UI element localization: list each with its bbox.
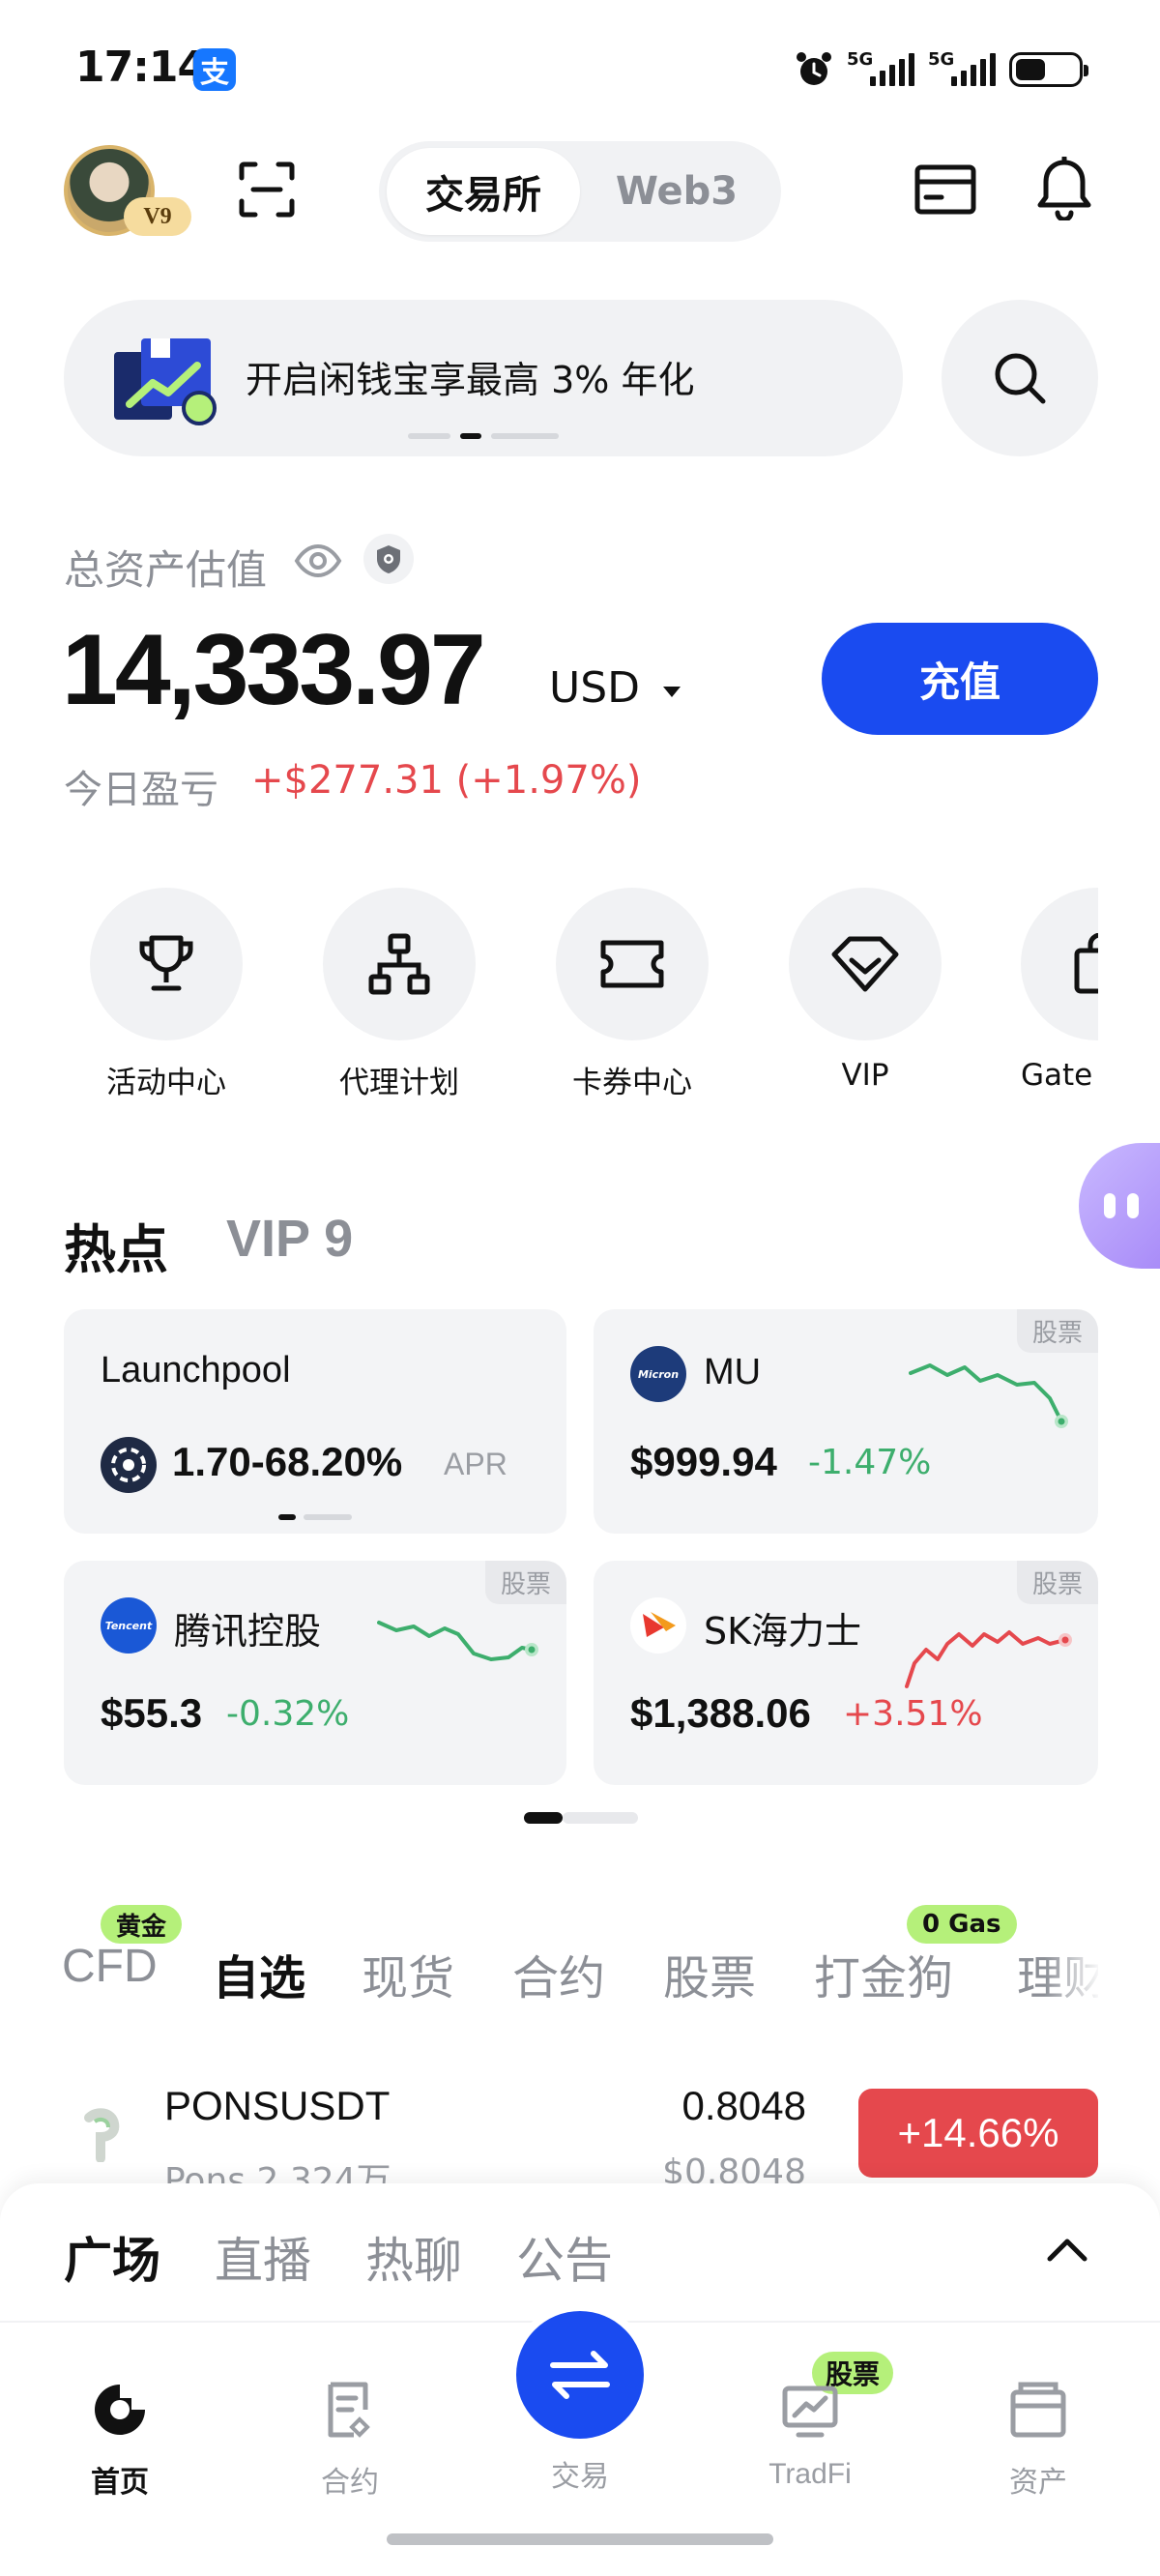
currency-selector[interactable]: USD bbox=[549, 663, 640, 713]
quick-action-affiliate[interactable]: 代理计划 bbox=[322, 888, 477, 1101]
nav-trade-label: 交易 bbox=[551, 2460, 609, 2494]
launchpool-logo-icon bbox=[101, 1437, 157, 1493]
shield-button[interactable] bbox=[363, 534, 414, 584]
card-price: $999.94 bbox=[630, 1439, 777, 1484]
signal-icon: 5G bbox=[847, 49, 914, 86]
banner-pagination bbox=[408, 433, 559, 439]
tab-badge-gold: 黄金 bbox=[101, 1905, 183, 1944]
stock-tag: 股票 bbox=[1016, 1309, 1098, 1353]
diamond-icon bbox=[831, 936, 899, 992]
bell-icon[interactable] bbox=[1034, 157, 1094, 220]
asset-label: 总资产估值 bbox=[64, 546, 268, 594]
trophy-icon bbox=[139, 935, 193, 991]
section-title-hot[interactable]: 热点 bbox=[64, 1207, 168, 1283]
search-icon bbox=[995, 353, 1046, 404]
chevron-down-icon[interactable] bbox=[663, 687, 681, 697]
shield-icon bbox=[377, 545, 400, 573]
quick-action-coupons[interactable]: 卡券中心 bbox=[555, 888, 710, 1101]
banner-text: 开启闲钱宝享最高 3% 年化 bbox=[246, 359, 695, 401]
nav-trade-button[interactable] bbox=[516, 2311, 644, 2439]
card-unit: APR bbox=[444, 1447, 508, 1481]
nav-home[interactable]: 首页 bbox=[43, 2379, 197, 2501]
nav-assets[interactable]: 资产 bbox=[961, 2379, 1116, 2501]
status-indicators: 5G 5G bbox=[795, 49, 1088, 89]
card-title: 腾讯控股 bbox=[174, 1610, 322, 1653]
card-change: -0.32% bbox=[226, 1694, 350, 1734]
stock-card-sk-hynix[interactable]: 股票 SK海力士 $1,388.06 +3.51% bbox=[594, 1561, 1098, 1785]
stock-tag: 股票 bbox=[484, 1561, 566, 1604]
card-change: -1.47% bbox=[808, 1443, 932, 1482]
status-time: 17:14 bbox=[75, 43, 207, 92]
assistant-bot-button[interactable] bbox=[1079, 1143, 1160, 1269]
eye-icon[interactable] bbox=[294, 542, 342, 580]
tab-exchange[interactable]: 交易所 bbox=[387, 148, 580, 235]
sparkline-chart bbox=[909, 1363, 1068, 1428]
home-indicator[interactable] bbox=[387, 2533, 773, 2545]
total-balance: 14,333.97 bbox=[62, 614, 486, 726]
hierarchy-icon bbox=[368, 933, 430, 995]
list-item-price: 0.8048 bbox=[682, 2083, 806, 2128]
nav-tradfi[interactable]: TradFi bbox=[733, 2379, 887, 2491]
tab-web3[interactable]: Web3 bbox=[590, 148, 764, 235]
tab-watchlist[interactable]: 自选 bbox=[213, 1940, 305, 2007]
pnl-label: 今日盈亏 bbox=[64, 768, 218, 812]
scan-icon[interactable] bbox=[238, 161, 296, 219]
tencent-logo-icon: Tencent bbox=[101, 1597, 157, 1654]
card-title: SK海力士 bbox=[704, 1610, 862, 1653]
alipay-icon: 支 bbox=[193, 48, 236, 91]
tabs-fade bbox=[1044, 1924, 1102, 2011]
futures-icon bbox=[328, 2382, 370, 2438]
tab-cfd[interactable]: CFD bbox=[62, 1940, 158, 1993]
sparkline-chart bbox=[905, 1630, 1072, 1688]
stock-card-mu[interactable]: 股票 Micron MU $999.94 -1.47% bbox=[594, 1309, 1098, 1534]
card-icon[interactable] bbox=[914, 164, 976, 215]
sparkline-chart bbox=[377, 1621, 538, 1661]
sheet-tab-announcements[interactable]: 公告 bbox=[516, 2222, 613, 2292]
card-title: Launchpool bbox=[101, 1350, 291, 1390]
tab-stocks[interactable]: 股票 bbox=[663, 1940, 756, 2007]
tab-futures[interactable]: 合约 bbox=[512, 1940, 605, 2007]
chevron-up-icon[interactable] bbox=[1044, 2230, 1090, 2269]
deposit-button[interactable]: 充值 bbox=[822, 623, 1098, 735]
card-price: $1,388.06 bbox=[630, 1690, 811, 1736]
card-title: MU bbox=[704, 1352, 762, 1392]
nav-futures[interactable]: 合约 bbox=[273, 2379, 427, 2501]
quick-action-events[interactable]: 活动中心 bbox=[89, 888, 244, 1101]
list-item-symbol[interactable]: PONSUSDT bbox=[164, 2083, 390, 2129]
tradfi-icon bbox=[782, 2386, 838, 2438]
pons-token-icon bbox=[84, 2108, 120, 2162]
micron-logo-icon: Micron bbox=[630, 1346, 686, 1402]
card-pagination bbox=[278, 1514, 352, 1520]
hot-pagination bbox=[524, 1812, 638, 1824]
stock-tag: 股票 bbox=[1016, 1561, 1098, 1604]
sk-hynix-logo-icon bbox=[630, 1597, 686, 1654]
tab-dajingou[interactable]: 打金狗 bbox=[814, 1940, 953, 2007]
search-button[interactable] bbox=[942, 300, 1098, 456]
wallet-icon bbox=[1010, 2382, 1066, 2438]
quick-action-vip[interactable]: VIP bbox=[788, 888, 942, 1093]
swap-icon bbox=[550, 2351, 610, 2399]
launchpool-card[interactable]: Launchpool 1.70-68.20% APR bbox=[64, 1309, 566, 1534]
sheet-tab-square[interactable]: 广场 bbox=[64, 2222, 160, 2292]
quick-action-gate[interactable]: Gate bbox=[1021, 888, 1098, 1100]
sheet-tab-live[interactable]: 直播 bbox=[215, 2222, 311, 2292]
bag-icon bbox=[1074, 933, 1098, 994]
ticket-icon bbox=[600, 940, 664, 988]
tab-badge-gas: 0 Gas bbox=[907, 1905, 1017, 1944]
alarm-icon bbox=[797, 52, 831, 85]
battery-icon bbox=[1009, 52, 1088, 87]
list-item-change-badge[interactable]: +14.66% bbox=[858, 2089, 1098, 2178]
card-price: $55.3 bbox=[101, 1690, 203, 1736]
tab-spot[interactable]: 现货 bbox=[362, 1940, 454, 2007]
section-title-vip[interactable]: VIP 9 bbox=[226, 1209, 353, 1269]
home-logo-icon bbox=[95, 2385, 145, 2435]
vip-badge: V9 bbox=[124, 197, 191, 236]
signal-icon: 5G bbox=[928, 49, 996, 86]
growth-chart-icon bbox=[114, 338, 217, 425]
card-value: 1.70-68.20% bbox=[172, 1439, 403, 1484]
sheet-tab-chat[interactable]: 热聊 bbox=[365, 2222, 462, 2292]
stock-card-tencent[interactable]: 股票 Tencent 腾讯控股 $55.3 -0.32% bbox=[64, 1561, 566, 1785]
pnl-value: +$277.31 (+1.97%) bbox=[251, 758, 642, 803]
card-change: +3.51% bbox=[843, 1694, 983, 1734]
